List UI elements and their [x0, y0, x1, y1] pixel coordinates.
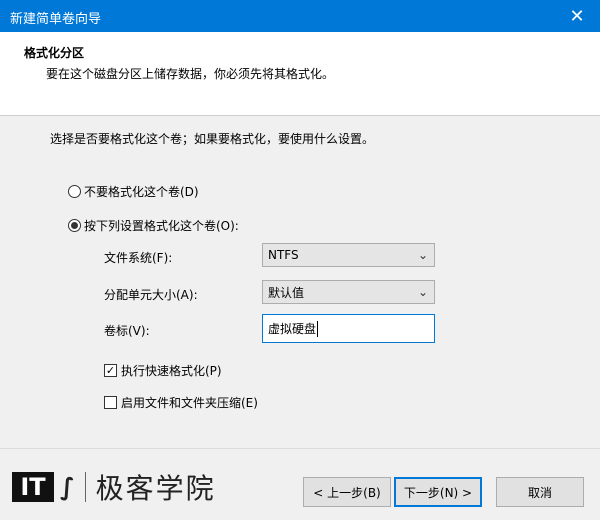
logo-divider — [84, 472, 86, 502]
checkbox-label: 启用文件和文件夹压缩(E) — [121, 396, 258, 410]
checkbox-label: 执行快速格式化(P) — [121, 364, 222, 378]
logo-brand: 极客学院 — [95, 472, 216, 505]
back-button[interactable]: < 上一步(B) — [303, 477, 391, 507]
radio-format[interactable]: 按下列设置格式化这个卷(O): — [68, 217, 239, 234]
next-button[interactable]: 下一步(N) > — [394, 477, 482, 507]
watermark-logo: IT ∫ 极客学院 — [12, 467, 216, 507]
filesystem-dropdown[interactable]: NTFS ⌄ — [262, 243, 435, 267]
window-title: 新建简单卷向导 — [10, 12, 102, 27]
checkmark-icon[interactable]: ✓ — [104, 364, 117, 377]
radio-label: 不要格式化这个卷(D) — [84, 185, 199, 199]
radio-label: 按下列设置格式化这个卷(O): — [84, 219, 239, 233]
wizard-footer: IT ∫ 极客学院 < 上一步(B) 下一步(N) > 取消 — [0, 448, 600, 521]
logo-mark-icon: ∫ — [60, 473, 75, 501]
logo-badge: IT — [12, 472, 54, 502]
allocation-value: 默认值 — [268, 285, 305, 300]
volume-label-input[interactable]: 虚拟硬盘 — [262, 314, 435, 343]
allocation-dropdown[interactable]: 默认值 ⌄ — [262, 280, 435, 304]
close-icon[interactable]: ✕ — [554, 0, 600, 32]
cancel-button[interactable]: 取消 — [496, 477, 584, 507]
description-text: 选择是否要格式化这个卷；如果要格式化，要使用什么设置。 — [50, 132, 375, 146]
wizard-content: 选择是否要格式化这个卷；如果要格式化，要使用什么设置。 不要格式化这个卷(D) … — [0, 116, 600, 448]
checkbox[interactable] — [104, 396, 117, 409]
volume-label-value: 虚拟硬盘 — [268, 322, 317, 336]
format-partition-dialog: 新建简单卷向导 ✕ 格式化分区 要在这个磁盘分区上储存数据，你必须先将其格式化。… — [0, 0, 600, 520]
title-bar: 新建简单卷向导 ✕ — [0, 0, 600, 32]
compression-checkbox-row[interactable]: 启用文件和文件夹压缩(E) — [104, 394, 258, 411]
radio-button[interactable] — [68, 185, 81, 198]
volume-label-label: 卷标(V): — [104, 324, 150, 338]
wizard-header: 格式化分区 要在这个磁盘分区上储存数据，你必须先将其格式化。 — [0, 32, 600, 116]
page-title: 格式化分区 — [24, 46, 85, 60]
quick-format-checkbox-row[interactable]: ✓ 执行快速格式化(P) — [104, 362, 222, 379]
chevron-down-icon: ⌄ — [417, 285, 428, 299]
filesystem-label: 文件系统(F): — [104, 251, 173, 265]
radio-button-selected[interactable] — [68, 219, 81, 232]
radio-no-format[interactable]: 不要格式化这个卷(D) — [68, 183, 199, 200]
page-subtitle: 要在这个磁盘分区上储存数据，你必须先将其格式化。 — [46, 67, 335, 81]
allocation-label: 分配单元大小(A): — [104, 288, 198, 302]
filesystem-value: NTFS — [268, 248, 299, 262]
text-caret — [317, 320, 319, 337]
chevron-down-icon: ⌄ — [417, 248, 428, 262]
